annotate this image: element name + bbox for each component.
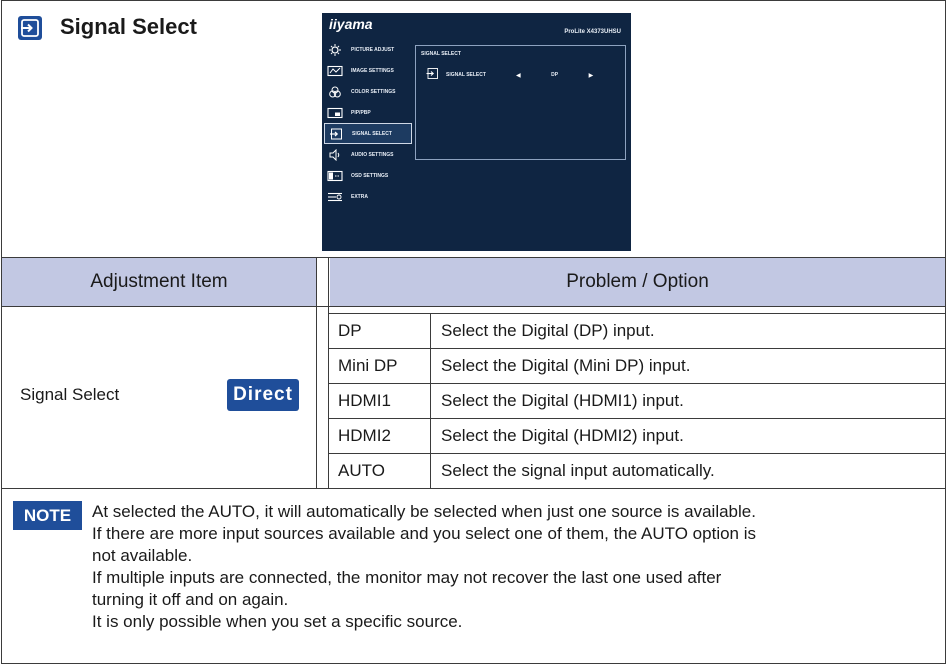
osd-row-value: DP xyxy=(551,72,559,78)
osd-row-label: SIGNAL SELECT xyxy=(446,72,486,78)
osd-submenu-panel: SIGNAL SELECT SIGNAL SELECT ◀ DP ▶ xyxy=(415,45,626,160)
pip-pbp-icon xyxy=(327,107,343,119)
option-dp: DP xyxy=(338,321,362,340)
description-hdmi2: Select the Digital (HDMI2) input. xyxy=(441,426,684,445)
arrow-right-icon: ▶ xyxy=(588,72,594,79)
osd-menu-screenshot: iiyama ProLite X4373UHSU PICTURE ADJUST … xyxy=(322,13,631,251)
note-line: If there are more input sources availabl… xyxy=(92,524,757,543)
signal-select-icon xyxy=(426,66,438,84)
note-line: turning it off and on again. xyxy=(92,590,289,609)
osd-sidebar: PICTURE ADJUST IMAGE SETTINGS COLOR SETT… xyxy=(324,39,412,207)
option-hdmi2: HDMI2 xyxy=(338,426,391,445)
osd-menu-item-image-settings: IMAGE SETTINGS xyxy=(324,60,412,81)
signal-select-icon xyxy=(18,16,42,40)
osd-menu-item-color-settings: COLOR SETTINGS xyxy=(324,81,412,102)
osd-menu-item-osd-settings: OSD SETTINGS xyxy=(324,165,412,186)
header-adjustment-item: Adjustment Item xyxy=(2,258,316,306)
option-mini-dp: Mini DP xyxy=(338,356,398,375)
column-divider xyxy=(316,257,317,488)
color-settings-icon xyxy=(327,86,343,98)
note-line: not available. xyxy=(92,546,193,565)
signal-select-icon xyxy=(328,128,344,140)
osd-brand-logo: iiyama xyxy=(329,16,373,32)
option-auto: AUTO xyxy=(338,461,385,480)
osd-panel-title: SIGNAL SELECT xyxy=(421,51,461,57)
page-title: Signal Select xyxy=(60,14,197,39)
osd-menu-item-pip-pbp: PIP/PBP xyxy=(324,102,412,123)
osd-menu-item-picture-adjust: PICTURE ADJUST xyxy=(324,39,412,60)
image-settings-icon xyxy=(327,65,343,77)
note-badge: NOTE xyxy=(13,501,82,530)
osd-signal-select-row: SIGNAL SELECT ◀ DP ▶ xyxy=(426,68,620,82)
osd-menu-item-extra: EXTRA xyxy=(324,186,412,207)
osd-menu-item-audio-settings: AUDIO SETTINGS xyxy=(324,144,412,165)
osd-model-name: ProLite X4373UHSU xyxy=(564,29,621,35)
table-bottom-border xyxy=(1,488,946,489)
header-bottom-border xyxy=(1,306,946,307)
note-line: If multiple inputs are connected, the mo… xyxy=(92,568,722,587)
description-auto: Select the signal input automatically. xyxy=(441,461,715,480)
direct-badge: Direct xyxy=(227,379,299,411)
osd-menu-item-signal-select: SIGNAL SELECT xyxy=(324,123,412,144)
osd-settings-icon xyxy=(327,170,343,182)
note-text: At selected the AUTO, it will automatica… xyxy=(92,501,937,633)
audio-settings-icon xyxy=(327,148,343,161)
description-hdmi1: Select the Digital (HDMI1) input. xyxy=(441,391,684,410)
header-problem-option: Problem / Option xyxy=(330,258,945,306)
picture-adjust-icon xyxy=(327,43,343,56)
note-line: At selected the AUTO, it will automatica… xyxy=(92,502,756,521)
description-mini-dp: Select the Digital (Mini DP) input. xyxy=(441,356,691,375)
adjustment-item-label: Signal Select xyxy=(20,385,120,404)
note-line: It is only possible when you set a speci… xyxy=(92,612,463,631)
extra-icon xyxy=(327,191,343,203)
option-divider xyxy=(430,313,431,488)
option-hdmi1: HDMI1 xyxy=(338,391,391,410)
description-dp: Select the Digital (DP) input. xyxy=(441,321,655,340)
